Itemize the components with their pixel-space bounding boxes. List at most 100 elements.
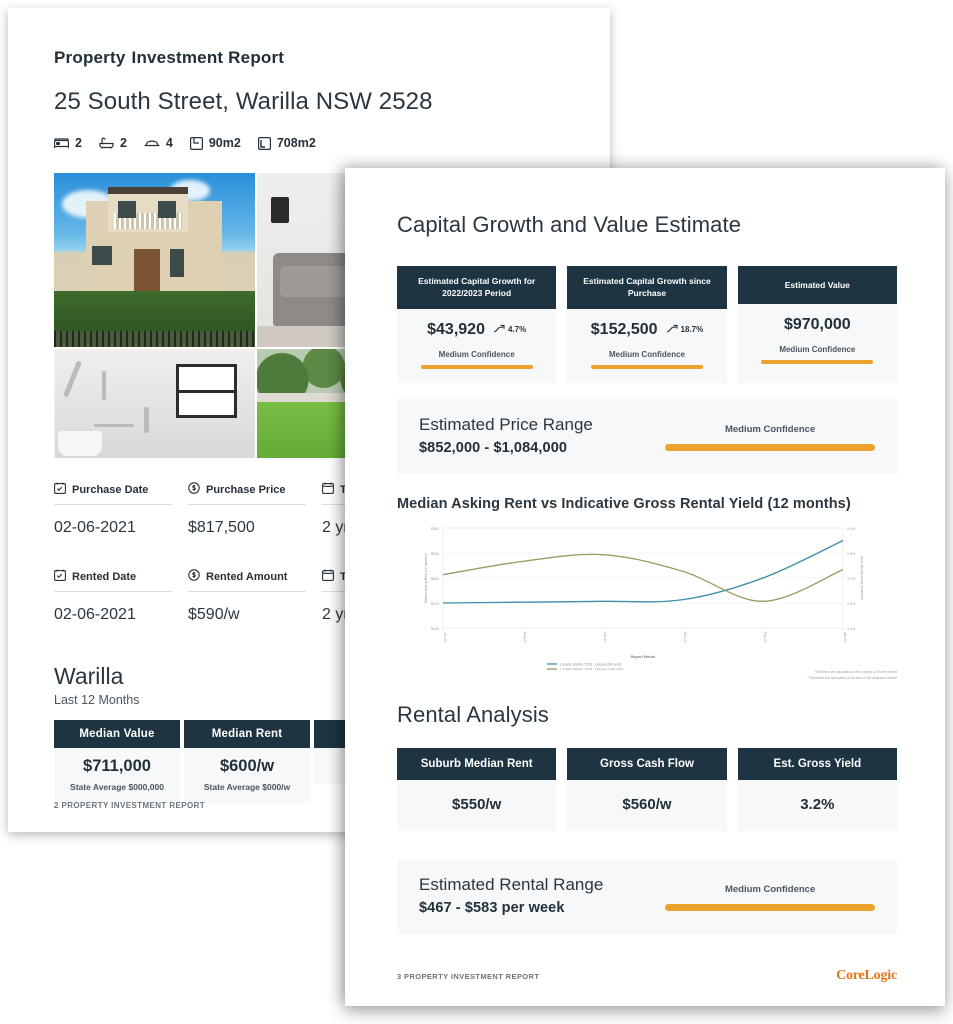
trend-up-icon <box>494 324 505 335</box>
page-title: Property Investment Report <box>54 48 610 68</box>
page-2-footer: 2 PROPERTY INVESTMENT REPORT <box>54 801 206 810</box>
kpi-delta-value: 18.7% <box>680 325 704 335</box>
kpi-confidence: Medium Confidence <box>779 345 856 354</box>
page-title-part2: Investment Report <box>131 48 285 67</box>
kpi-capital-growth-period: Estimated Capital Growth for 2022/2023 P… <box>397 266 557 383</box>
kpi-delta-value: 4.7% <box>507 325 527 335</box>
kpi-delta: 18.7% <box>666 324 704 335</box>
estimated-rental-range-panel: Estimated Rental Range $467 - $583 per w… <box>397 858 897 934</box>
confidence-bar <box>665 443 875 451</box>
svg-text:Dec-22: Dec-22 <box>683 632 687 643</box>
car-icon <box>144 137 160 149</box>
kpi-value: $970,000 <box>783 316 851 333</box>
price-range-title: Estimated Price Range <box>419 414 593 434</box>
rental-range-value: $467 - $583 per week <box>419 899 565 916</box>
svg-text:Feb-23: Feb-23 <box>763 632 767 643</box>
rent-vs-yield-chart: $560 $530 $500 $470 $440 4.0% 3.9% 3.7% 3.6% 3.4%… <box>397 520 897 680</box>
capital-growth-kpi-row: Estimated Capital Growth for 2022/2023 P… <box>397 266 897 383</box>
svg-text:$470: $470 <box>431 601 439 605</box>
section-title-capital-growth: Capital Growth and Value Estimate <box>397 212 742 237</box>
report-preview-stage: Property Investment Report 25 South Stree… <box>0 0 953 1024</box>
svg-text:Oct-22: Oct-22 <box>603 632 607 642</box>
kpi-confidence: Medium Confidence <box>438 349 515 359</box>
svg-text:3.9%: 3.9% <box>847 551 856 555</box>
section-title-rental-analysis: Rental Analysis <box>397 701 549 727</box>
rental-range-title: Estimated Rental Range <box>419 874 604 894</box>
price-range-value: $852,000 - $1,084,000 <box>419 439 568 456</box>
corelogic-logo: CoreLogic <box>836 968 897 983</box>
kpi-header: Estimated Capital Growth since Purchase <box>567 266 727 309</box>
kpi-header: Estimated Capital Growth for 2022/2023 P… <box>397 266 557 309</box>
chart-canvas: $560 $530 $500 $470 $440 4.0% 3.9% 3.7% 3.6% 3.4%… <box>424 526 864 670</box>
detail-rented-date: Rented Date 02-06-2021 <box>54 565 184 630</box>
kpi-estimated-value: Estimated Value $970,000 Medium Confiden… <box>737 266 897 383</box>
feature-floor-area-value: 90m2 <box>208 136 241 150</box>
chart-footnotes: *Medians are calculated over a rolling 1… <box>769 669 897 682</box>
detail-value: $817,500 <box>188 519 255 536</box>
property-address: 25 South Street, Warilla NSW 2528 <box>54 88 433 115</box>
feature-bedrooms: 2 <box>54 136 82 150</box>
chart-footnote-2: **Numbers are calculated at the end of t… <box>807 676 897 681</box>
card-header: Est. Gross Yield <box>737 747 897 780</box>
feature-carspaces-value: 4 <box>165 136 173 150</box>
property-features: 2 2 4 90m2 708m2 <box>54 136 610 150</box>
photo-house-exterior <box>54 173 255 347</box>
chart-title: Median Asking Rent vs Indicative Gross R… <box>397 495 851 512</box>
svg-text:Indicative Gross Rental Yield: Indicative Gross Rental Yield <box>860 556 864 599</box>
page-title-part1: Property <box>54 48 126 67</box>
bath-icon <box>99 137 114 149</box>
detail-value: $590/w <box>188 606 240 623</box>
card-header: Suburb Median Rent <box>397 747 557 780</box>
card-value: $550/w <box>397 779 557 831</box>
feature-bedrooms-value: 2 <box>75 136 82 150</box>
confidence-bar <box>420 364 533 369</box>
feature-bathrooms: 2 <box>99 136 127 150</box>
svg-text:Aug-22: Aug-22 <box>523 632 527 643</box>
card-header: Median Value <box>54 720 180 748</box>
rental-card-est-gross-yield: Est. Gross Yield 3.2% <box>737 747 897 831</box>
svg-text:3.4%: 3.4% <box>847 626 856 630</box>
card-note: State Average $000,000 <box>70 782 164 792</box>
svg-text:Jun-22: Jun-22 <box>443 632 447 642</box>
trend-up-icon <box>666 324 678 335</box>
svg-text:3.6%: 3.6% <box>847 601 856 605</box>
detail-label: Purchase Date <box>72 483 149 496</box>
confidence-bar <box>665 903 875 911</box>
detail-value: 02-06-2021 <box>54 519 136 536</box>
kpi-confidence: Medium Confidence <box>608 349 685 359</box>
kpi-header: Estimated Value <box>737 266 897 304</box>
floor-area-icon <box>189 136 203 150</box>
svg-text:Median Asking Rent (12 months): Median Asking Rent (12 months)* <box>424 552 428 603</box>
svg-text:$440: $440 <box>431 626 439 630</box>
card-note: State Average $000/w <box>203 782 291 792</box>
svg-text:Locality Warilla, 2528 - House: Locality Warilla, 2528 - Houses (right a… <box>560 667 623 670</box>
feature-carspaces: 4 <box>144 136 173 150</box>
feature-land-area: 708m2 <box>257 136 316 150</box>
card-value: 3.2% <box>737 779 897 831</box>
price-range-confidence: Medium Confidence <box>724 423 816 435</box>
detail-purchase-price: Purchase Price $817,500 <box>188 478 318 543</box>
svg-text:3.7%: 3.7% <box>847 576 856 580</box>
confidence-bar <box>591 364 703 369</box>
svg-text:4.0%: 4.0% <box>847 526 856 530</box>
card-value: $560/w <box>567 779 727 831</box>
svg-text:Locality Warilla, 2528 - House: Locality Warilla, 2528 - Houses (left ax… <box>560 662 621 666</box>
rental-card-suburb-median-rent: Suburb Median Rent $550/w <box>397 747 557 831</box>
detail-purchase-date: Purchase Date 02-06-2021 <box>54 478 184 543</box>
detail-label: Rented Date <box>72 570 137 583</box>
detail-rented-amount: Rented Amount $590/w <box>188 565 318 630</box>
suburb-card-median-value: Median Value $711,000 State Average $000… <box>54 720 180 803</box>
dollar-circle-icon <box>188 569 200 584</box>
svg-text:$560: $560 <box>431 526 439 530</box>
estimated-price-range-panel: Estimated Price Range $852,000 - $1,084,… <box>397 398 897 474</box>
svg-text:Report Month: Report Month <box>631 655 656 659</box>
detail-label: Rented Amount <box>206 570 288 583</box>
photo-bathroom <box>54 348 255 458</box>
property-photo-collage <box>54 173 394 458</box>
confidence-bar <box>761 360 874 364</box>
page-3-footer: 3 PROPERTY INVESTMENT REPORT CoreLogic <box>397 968 897 984</box>
detail-value: 02-06-2021 <box>54 606 136 623</box>
kpi-value: $43,920 <box>427 320 485 338</box>
svg-text:$500: $500 <box>431 576 439 580</box>
rental-analysis-row: Suburb Median Rent $550/w Gross Cash Flo… <box>397 747 897 831</box>
